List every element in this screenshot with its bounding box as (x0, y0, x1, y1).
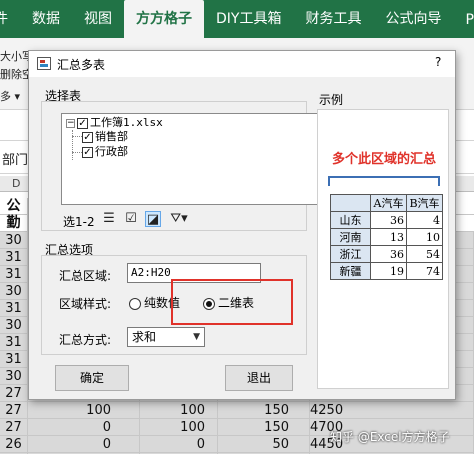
table-cell[interactable]: 30 (0, 232, 28, 249)
sheet-name: 行政部 (95, 145, 128, 158)
table-cell[interactable]: 31 (0, 334, 28, 351)
selection-count: 选1-2 (63, 215, 95, 229)
table-cell[interactable]: 100 (28, 402, 140, 419)
example-label: 示例 (319, 93, 344, 107)
method-value: 求和 (132, 330, 157, 344)
filter-icon[interactable]: ⛛▾ (167, 211, 191, 227)
tree-connector (72, 136, 82, 137)
range-label: 汇总区域: (59, 269, 112, 283)
example-table: A汽车 B汽车 山东 36 4 河南 13 10 浙江 36 54 新疆 19 (330, 194, 443, 280)
tab-formula-wizard[interactable]: 公式向导 (373, 8, 453, 38)
table-cell[interactable]: 30 (0, 283, 28, 300)
radio-off-icon[interactable] (129, 297, 141, 310)
table-cell[interactable]: 27 (0, 402, 28, 419)
example-panel: 多个此区域的汇总 A汽车 B汽车 山东 36 4 河南 13 10 浙江 36 … (317, 109, 449, 389)
tab-finance-tools[interactable]: 财务工具 (293, 8, 373, 38)
method-label: 汇总方式: (59, 333, 112, 347)
example-cell: 54 (406, 245, 443, 263)
table-cell[interactable]: 31 (0, 351, 28, 368)
sheet-tree[interactable]: − ✓ 工作簿1.xlsx ✓ 销售部 ✓ 行政部 (61, 113, 323, 205)
example-title: 多个此区域的汇总 (331, 152, 436, 167)
toolbar-more-button[interactable]: 多 ▾ (0, 88, 20, 104)
tree-connector (72, 130, 73, 160)
help-icon[interactable]: ? (435, 55, 441, 69)
table-cell[interactable]: 30 (0, 368, 28, 385)
style-label: 区域样式: (59, 297, 112, 311)
ribbon-tabs: 件 数据 视图 方方格子 DIY工具箱 财务工具 公式向导 Pow (0, 0, 474, 38)
tree-connector (72, 152, 82, 153)
table-cell[interactable]: 4250 (310, 402, 474, 419)
tab-diy-toolbox[interactable]: DIY工具箱 (204, 8, 293, 38)
example-row-label: 河南 (330, 228, 371, 246)
example-row-label: 浙江 (330, 245, 371, 263)
dialog-title-bar: 汇总多表 ? (29, 51, 455, 77)
checkbox-checked-icon[interactable]: ✓ (82, 146, 93, 158)
table-cell[interactable]: 0 (140, 436, 218, 453)
highlight-box (171, 279, 293, 325)
table-cell[interactable]: 150 (218, 419, 310, 436)
table-cell[interactable]: 27 (0, 419, 28, 436)
example-cell: 36 (370, 211, 407, 229)
example-header-cell: A汽车 (370, 194, 407, 212)
example-cell: 74 (406, 262, 443, 280)
exit-button[interactable]: 退出 (225, 365, 293, 391)
example-cell: 36 (370, 245, 407, 263)
example-bracket (328, 176, 440, 186)
table-cell[interactable]: 30 (0, 317, 28, 334)
table-cell[interactable]: 0 (28, 436, 140, 453)
dialog-app-icon (37, 57, 51, 70)
name-box-text[interactable]: 部门 (2, 149, 28, 168)
example-cell: 4 (406, 211, 443, 229)
table-cell[interactable]: 0 (28, 419, 140, 436)
watermark-text: 知乎 @Excel方方格子 (330, 430, 450, 444)
method-select[interactable]: 求和 ▼ (127, 327, 205, 347)
checkbox-checked-icon[interactable]: ✓ (82, 131, 93, 143)
list-icon[interactable]: ☰ (101, 211, 117, 227)
checkbox-checked-icon[interactable]: ✓ (77, 117, 88, 129)
tab-data[interactable]: 数据 (20, 8, 72, 38)
table-cell[interactable]: 31 (0, 300, 28, 317)
column-header-d[interactable]: D (12, 177, 20, 190)
workbook-name: 工作簿1.xlsx (90, 116, 163, 129)
header-cell[interactable]: 公司 (0, 198, 28, 231)
table-cell[interactable]: 26 (0, 436, 28, 453)
example-row-label: 新疆 (330, 262, 371, 280)
example-row-label: 山东 (330, 211, 371, 229)
table-cell[interactable]: 100 (140, 402, 218, 419)
tab-view[interactable]: 视图 (72, 8, 124, 38)
table-cell[interactable]: 150 (218, 402, 310, 419)
summarize-sheets-dialog: 汇总多表 ? 选择表 − ✓ 工作簿1.xlsx ✓ 销售部 ✓ 行政部 选1-2 ☰ … (28, 50, 456, 400)
example-cell: 19 (370, 262, 407, 280)
table-row: 27 100 100 150 4250 (0, 402, 474, 419)
table-cell[interactable]: 100 (140, 419, 218, 436)
table-cell[interactable]: 31 (0, 249, 28, 266)
tab-power[interactable]: Pow (453, 12, 474, 38)
collapse-toggle-icon[interactable]: − (66, 118, 75, 128)
tree-item-admin[interactable]: ✓ 行政部 (82, 145, 128, 159)
tree-item-sales[interactable]: ✓ 销售部 (82, 130, 128, 144)
example-header-cell: B汽车 (406, 194, 443, 212)
tree-root-item[interactable]: − ✓ 工作簿1.xlsx (66, 116, 163, 130)
dialog-title: 汇总多表 (57, 58, 106, 72)
checkbox-icon[interactable]: ☑ (123, 211, 139, 227)
example-cell: 10 (406, 228, 443, 246)
table-cell[interactable]: 31 (0, 266, 28, 283)
select-all-icon[interactable]: ◪ (145, 211, 161, 227)
table-cell[interactable]: 27 (0, 385, 28, 402)
ok-button[interactable]: 确定 (55, 365, 129, 391)
header-cell[interactable]: 勤天 (0, 215, 28, 248)
sheet-name: 销售部 (95, 130, 128, 143)
example-header-cell (330, 194, 371, 212)
example-cell: 13 (370, 228, 407, 246)
chevron-down-icon: ▼ (193, 332, 200, 342)
table-cell[interactable]: 50 (218, 436, 310, 453)
tab-fangfanggezi[interactable]: 方方格子 (124, 0, 204, 38)
tab-file[interactable]: 件 (0, 8, 20, 38)
